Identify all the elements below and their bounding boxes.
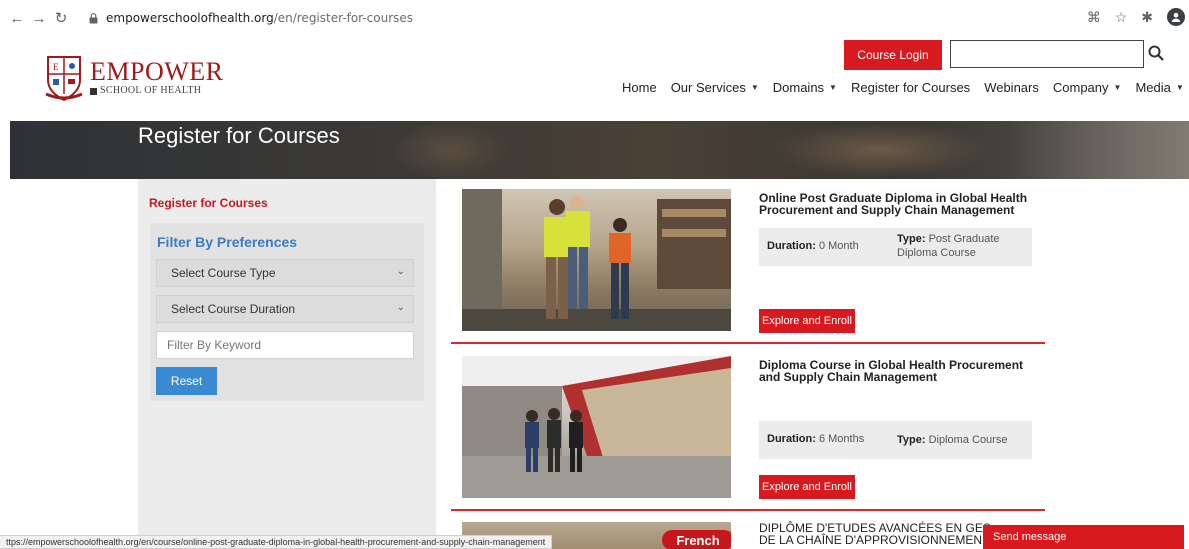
caret-down-icon: ▼ [829,82,837,92]
lock-icon [86,11,100,25]
logo-title: EMPOWER [90,57,224,86]
filter-panel: Filter By Preferences Select Course Type… [150,223,424,401]
course-info-box: Duration: 6 Months Type: Diploma Course [759,421,1032,459]
chevron-down-icon: ⌄ [396,302,405,313]
command-icon[interactable]: ⌘ [1087,9,1101,26]
url-text: empowerschoolofhealth.org/en/register-fo… [106,11,414,25]
reload-icon[interactable]: ↻ [50,7,72,29]
page-title: Register for Courses [138,123,340,148]
course-info-box: Duration: 0 Month Type: Post Graduate Di… [759,228,1032,266]
course-duration-select[interactable]: Select Course Duration ⌄ [156,295,414,323]
search-input[interactable] [950,40,1144,68]
address-bar[interactable]: empowerschoolofhealth.org/en/register-fo… [86,6,1106,30]
caret-down-icon: ▼ [1113,82,1122,92]
nav-webinars[interactable]: Webinars [984,80,1039,95]
nav-register-for-courses[interactable]: Register for Courses [851,80,970,95]
course-duration: Duration: 0 Month [767,240,859,252]
nav-company[interactable]: Company ▼ [1053,80,1122,95]
site-logo[interactable]: E EMPOWER SCHOOL OF HEALTH [44,52,224,104]
course-card: Diploma Course in Global Health Procurem… [451,356,1045,516]
nav-media[interactable]: Media ▼ [1135,80,1183,95]
chevron-down-icon: ⌄ [396,266,405,277]
course-card: Online Post Graduate Diploma in Global H… [451,189,1045,349]
nav-domains[interactable]: Domains ▼ [773,80,837,95]
forward-arrow-icon[interactable]: → [28,7,50,29]
language-badge: French [662,530,731,549]
search-icon[interactable] [1146,42,1166,64]
course-type: Type: Post Graduate Diploma Course [897,233,1000,259]
course-image-warehouse-workers[interactable] [462,189,731,331]
sidebar-title: Register for Courses [149,196,268,210]
bookmark-star-icon[interactable]: ☆ [1115,9,1128,26]
keyword-input[interactable] [156,331,414,359]
nav-home[interactable]: Home [622,80,657,95]
logo-subtitle: SCHOOL OF HEALTH [90,85,224,97]
browser-toolbar: ← → ↻ empowerschoolofhealth.org/en/regis… [0,0,1189,36]
filter-sidebar: Register for Courses Filter By Preferenc… [138,179,436,549]
explore-and-enroll-button[interactable]: Explore and Enroll [759,475,855,499]
hero-banner: Register for Courses [10,121,1189,179]
main-navigation: Home Our Services ▼ Domains ▼ Register for… [622,78,1189,96]
profile-avatar-icon[interactable] [1167,8,1185,26]
extensions-pin-icon[interactable]: ✱ [1141,9,1153,26]
filter-title: Filter By Preferences [157,234,298,250]
divider [451,342,1045,344]
divider [451,509,1045,511]
course-title[interactable]: Diploma Course in Global Health Procurem… [759,359,1039,383]
svg-text:E: E [53,62,59,72]
nav-our-services[interactable]: Our Services ▼ [671,80,759,95]
reset-button[interactable]: Reset [156,367,217,395]
caret-down-icon: ▼ [750,82,759,92]
browser-status-bar: ttps://empowerschoolofhealth.org/en/cour… [0,535,553,549]
back-arrow-icon[interactable]: ← [6,7,28,29]
caret-down-icon: ▼ [1175,82,1184,92]
course-type-select[interactable]: Select Course Type ⌄ [156,259,414,287]
course-type: Type: Diploma Course [897,434,1008,446]
course-image-warehouse-aisle[interactable] [462,356,731,498]
course-title[interactable]: Online Post Graduate Diploma in Global H… [759,192,1039,216]
browser-actions: ⌘ ☆ ✱ [1087,8,1185,26]
explore-and-enroll-button[interactable]: Explore and Enroll [759,309,855,333]
shield-crest-icon: E [45,56,83,102]
send-message-chat-button[interactable]: Send message [983,525,1184,549]
course-duration: Duration: 6 Months [767,433,865,445]
course-login-button[interactable]: Course Login [844,40,942,70]
